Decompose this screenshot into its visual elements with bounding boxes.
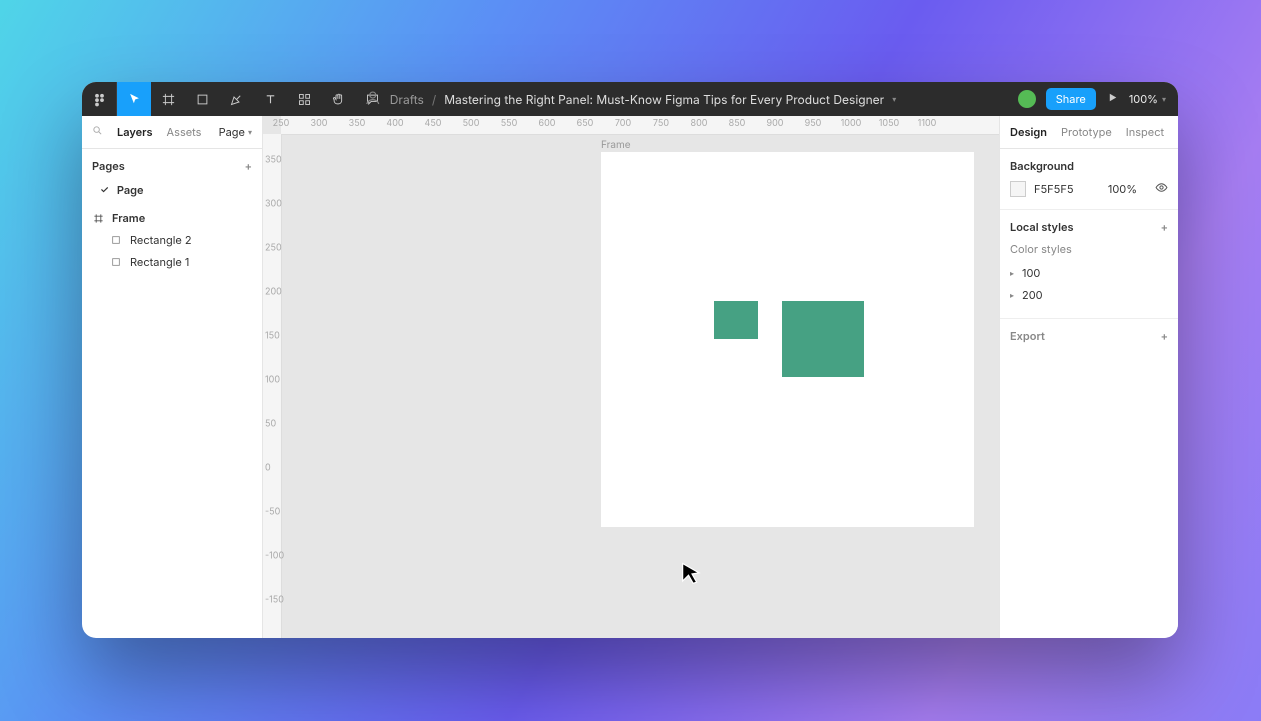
pen-tool-button[interactable]	[219, 82, 253, 116]
text-tool-button[interactable]	[253, 82, 287, 116]
user-avatar-icon[interactable]	[364, 89, 382, 110]
page-item[interactable]: ✓ Page	[82, 179, 262, 201]
canvas-shape-rectangle-1[interactable]	[782, 301, 864, 377]
layer-rectangle[interactable]: Rectangle 2	[82, 229, 262, 251]
page-selector[interactable]: Page▾	[219, 125, 252, 139]
pages-header: Pages	[92, 159, 125, 173]
chevron-right-icon: ▸	[1010, 268, 1014, 278]
canvas-shape-rectangle-2[interactable]	[714, 301, 758, 339]
tab-assets[interactable]: Assets	[167, 125, 202, 139]
rectangle-icon	[110, 257, 122, 267]
frame-tool-button[interactable]	[151, 82, 185, 116]
present-button[interactable]	[1106, 91, 1119, 107]
background-header: Background	[1010, 159, 1074, 173]
horizontal-ruler: 2503003504004505005506006507007508008509…	[281, 116, 999, 135]
color-styles-subheader: Color styles	[1010, 242, 1168, 256]
collaborator-avatar[interactable]	[1018, 90, 1036, 108]
add-export-button[interactable]: +	[1161, 329, 1168, 343]
canvas[interactable]: 2503003504004505005506006507007508008509…	[263, 116, 999, 638]
move-tool-button[interactable]	[117, 82, 151, 116]
tab-inspect[interactable]: Inspect	[1126, 125, 1164, 139]
tab-layers[interactable]: Layers	[117, 125, 153, 139]
search-icon[interactable]	[92, 125, 103, 139]
shape-tool-button[interactable]	[185, 82, 219, 116]
chevron-right-icon: ▸	[1010, 290, 1014, 300]
background-hex[interactable]: F5F5F5	[1034, 182, 1074, 196]
local-styles-header: Local styles	[1010, 220, 1074, 234]
export-header: Export	[1010, 329, 1045, 343]
layer-rectangle[interactable]: Rectangle 1	[82, 251, 262, 273]
right-panel: Design Prototype Inspect Background F5F5…	[999, 116, 1178, 638]
add-style-button[interactable]: +	[1161, 220, 1168, 234]
frame-label[interactable]: Frame	[601, 139, 631, 151]
color-style-item[interactable]: ▸100	[1010, 262, 1168, 284]
chevron-down-icon: ▾	[248, 127, 252, 137]
color-style-item[interactable]: ▸200	[1010, 284, 1168, 306]
layer-frame[interactable]: Frame	[82, 207, 262, 229]
chevron-down-icon: ▾	[1162, 94, 1166, 104]
resources-button[interactable]	[287, 82, 321, 116]
share-button[interactable]: Share	[1046, 88, 1096, 110]
chevron-down-icon[interactable]: ▾	[892, 94, 896, 104]
visibility-toggle-icon[interactable]	[1155, 181, 1168, 197]
hand-tool-button[interactable]	[321, 82, 355, 116]
cursor-icon	[678, 560, 706, 591]
check-icon: ✓	[100, 184, 109, 196]
vertical-ruler: 350300250200150100500-50-100-150	[263, 134, 282, 638]
zoom-control[interactable]: 100%▾	[1129, 92, 1166, 106]
figma-menu-button[interactable]	[82, 82, 117, 116]
add-page-button[interactable]: +	[245, 159, 252, 173]
background-opacity[interactable]: 100%	[1108, 182, 1137, 196]
left-panel: Layers Assets Page▾ Pages + ✓ Page Frame	[82, 116, 263, 638]
tab-prototype[interactable]: Prototype	[1061, 125, 1112, 139]
top-toolbar: Drafts / Mastering the Right Panel: Must…	[82, 82, 1178, 116]
tab-design[interactable]: Design	[1010, 125, 1047, 139]
frame-icon	[92, 213, 104, 224]
document-title[interactable]: Mastering the Right Panel: Must-Know Fig…	[444, 92, 884, 107]
rectangle-icon	[110, 235, 122, 245]
background-swatch[interactable]	[1010, 181, 1026, 197]
breadcrumb-location[interactable]: Drafts	[390, 92, 424, 107]
